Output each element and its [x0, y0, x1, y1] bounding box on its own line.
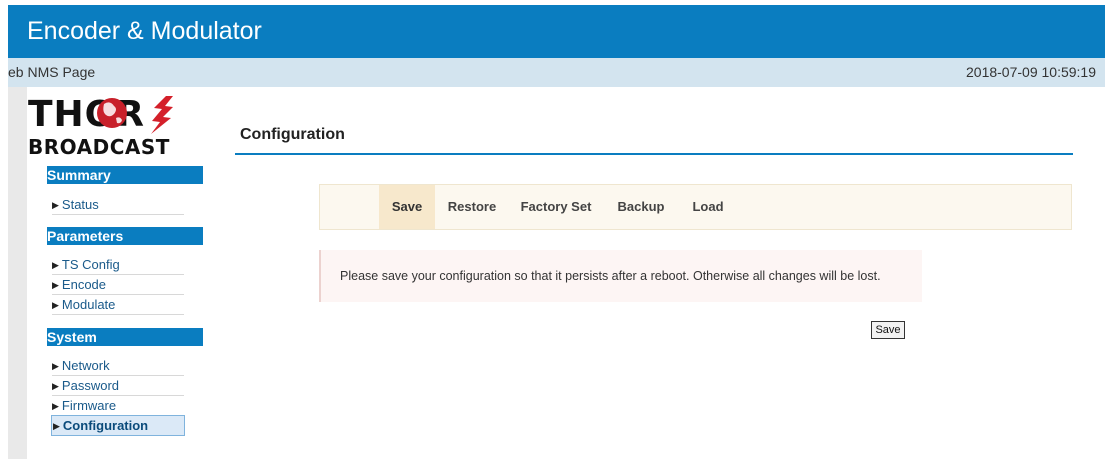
app-header: Encoder & Modulator [8, 5, 1105, 58]
sidebar-item-configuration[interactable]: ▶ Configuration [51, 415, 185, 436]
app-title: Encoder & Modulator [27, 17, 262, 45]
logo-text-broadcast: BROADCAST [28, 135, 170, 158]
triangle-right-icon: ▶ [52, 361, 59, 371]
triangle-right-icon: ▶ [52, 260, 59, 270]
tab-save[interactable]: Save [379, 185, 435, 229]
sidebar-item-status[interactable]: ▶ Status [52, 195, 184, 215]
triangle-right-icon: ▶ [52, 381, 59, 391]
sidebar-item-label: Firmware [61, 398, 117, 413]
sidebar-item-firmware[interactable]: ▶ Firmware [52, 396, 184, 416]
nms-page-label: eb NMS Page [8, 64, 96, 80]
triangle-right-icon: ▶ [52, 200, 59, 210]
triangle-right-icon: ▶ [52, 280, 59, 290]
section-title: Parameters [47, 228, 124, 244]
sidebar-item-label: Network [61, 358, 110, 373]
datetime-display: 2018-07-09 10:59:19 [966, 64, 1096, 80]
section-system-header: System [47, 328, 203, 346]
sidebar-item-password[interactable]: ▶ Password [52, 376, 184, 396]
section-title: System [47, 329, 97, 345]
sidebar-item-label: Configuration [62, 418, 149, 433]
save-button[interactable]: Save [871, 321, 905, 339]
alert-text: Please save your configuration so that i… [340, 269, 881, 283]
sidebar-item-network[interactable]: ▶ Network [52, 356, 184, 376]
sub-header-bar: eb NMS Page 2018-07-09 10:59:19 [8, 58, 1105, 87]
sidebar-item-modulate[interactable]: ▶ Modulate [52, 295, 184, 315]
section-parameters-header: Parameters [47, 227, 203, 245]
title-divider [235, 153, 1073, 155]
logo-text-thor: THOR [28, 94, 145, 135]
config-tab-bar: Save Restore Factory Set Backup Load [319, 184, 1072, 230]
section-summary-header: Summary [47, 166, 203, 184]
triangle-right-icon: ▶ [52, 300, 59, 310]
lightning-icon [151, 96, 173, 134]
sidebar-item-label: Modulate [61, 297, 116, 312]
sidebar-item-label: Password [61, 378, 119, 393]
triangle-right-icon: ▶ [53, 421, 60, 431]
tab-load[interactable]: Load [684, 185, 732, 229]
tab-factory-set[interactable]: Factory Set [516, 185, 596, 229]
sidebar-item-label: TS Config [61, 257, 120, 272]
page-title: Configuration [240, 126, 345, 143]
section-title: Summary [47, 167, 111, 183]
sidebar-item-encode[interactable]: ▶ Encode [52, 275, 184, 295]
thor-broadcast-logo: THOR BROADCAST [28, 94, 173, 158]
sidebar-item-ts-config[interactable]: ▶ TS Config [52, 255, 184, 275]
sidebar-item-label: Status [61, 197, 99, 212]
tab-backup[interactable]: Backup [613, 185, 669, 229]
triangle-right-icon: ▶ [52, 401, 59, 411]
tab-restore[interactable]: Restore [441, 185, 503, 229]
save-warning-alert: Please save your configuration so that i… [319, 250, 922, 302]
sidebar-item-label: Encode [61, 277, 107, 292]
